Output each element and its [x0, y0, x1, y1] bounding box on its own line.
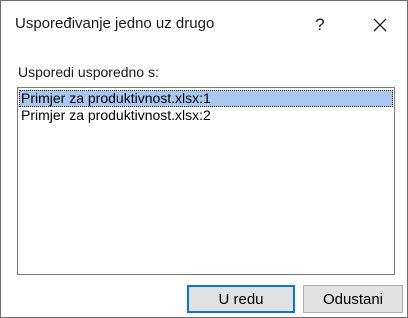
list-item-workbook-1[interactable]: Primjer za produktivnost.xlsx:1 [19, 90, 393, 107]
close-icon [373, 18, 387, 32]
title-bar: Uspoređivanje jedno uz drugo ? [1, 1, 407, 49]
help-button[interactable]: ? [297, 7, 343, 43]
compare-with-label: Usporedi usporedno s: [18, 64, 159, 80]
list-item-workbook-2[interactable]: Primjer za produktivnost.xlsx:2 [19, 107, 393, 124]
cancel-button[interactable]: Odustani [303, 285, 403, 313]
dialog-title: Uspoređivanje jedno uz drugo [15, 15, 215, 32]
compare-side-by-side-dialog: Uspoređivanje jedno uz drugo ? Usporedi … [0, 0, 408, 318]
workbook-listbox[interactable]: Primjer za produktivnost.xlsx:1 Primjer … [17, 87, 395, 275]
ok-button[interactable]: U redu [187, 285, 295, 313]
close-button[interactable] [357, 7, 403, 43]
